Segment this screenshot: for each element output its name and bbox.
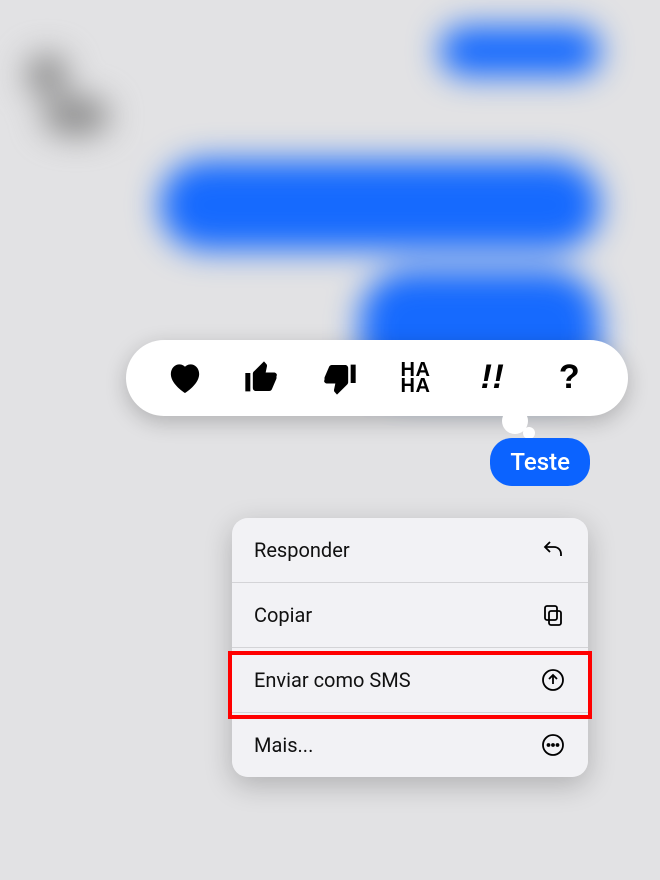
reaction-tapback-bar: HA HA !! ? [126, 340, 628, 416]
haha-icon: HA HA [401, 362, 431, 394]
menu-item-reply[interactable]: Responder [232, 518, 588, 583]
menu-item-more[interactable]: Mais... [232, 713, 588, 777]
menu-item-label: Enviar como SMS [254, 668, 411, 692]
thumbs-up-icon [242, 358, 282, 398]
thumbs-down-icon [319, 358, 359, 398]
reaction-thumbs-down[interactable] [309, 348, 369, 408]
menu-item-send-as-sms[interactable]: Enviar como SMS [232, 648, 588, 713]
more-icon [540, 732, 566, 758]
reaction-heart[interactable] [155, 348, 215, 408]
message-text: Teste [510, 448, 570, 476]
selected-message-bubble[interactable]: Teste [490, 438, 590, 486]
menu-item-label: Responder [254, 538, 350, 562]
menu-item-copy[interactable]: Copiar [232, 583, 588, 648]
exclaim-icon: !! [481, 364, 505, 391]
message-context-menu: Responder Copiar Enviar como SMS Mais... [232, 518, 588, 777]
send-up-icon [540, 667, 566, 693]
menu-item-label: Copiar [254, 603, 312, 627]
reaction-question[interactable]: ? [540, 348, 600, 408]
reaction-thumbs-up[interactable] [232, 348, 292, 408]
reaction-exclaim[interactable]: !! [463, 348, 523, 408]
menu-item-label: Mais... [254, 733, 313, 757]
copy-icon [540, 602, 566, 628]
question-icon: ? [559, 364, 580, 391]
reaction-haha[interactable]: HA HA [386, 348, 446, 408]
reply-icon [540, 537, 566, 563]
heart-icon [165, 358, 205, 398]
